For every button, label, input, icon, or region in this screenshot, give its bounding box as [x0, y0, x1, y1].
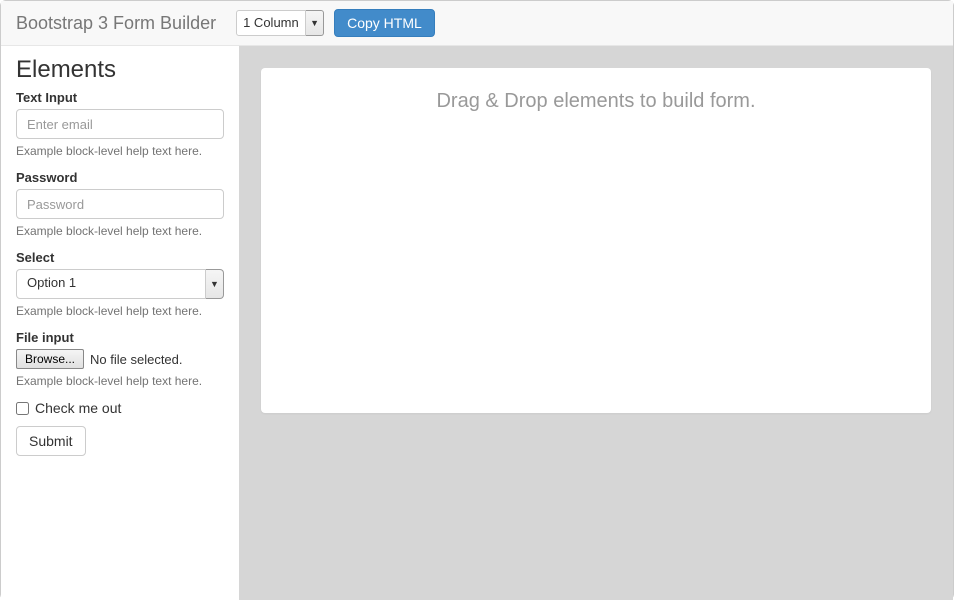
navbar-brand: Bootstrap 3 Form Builder: [16, 13, 216, 34]
main: Elements Text Input Example block-level …: [1, 46, 953, 600]
password-help: Example block-level help text here.: [16, 224, 224, 238]
select-help: Example block-level help text here.: [16, 304, 224, 318]
select-value: Option 1: [16, 269, 206, 299]
text-input-label: Text Input: [16, 90, 224, 105]
file-input-group[interactable]: File input Browse... No file selected. E…: [16, 330, 224, 388]
text-input-help: Example block-level help text here.: [16, 144, 224, 158]
file-status-text: No file selected.: [90, 352, 183, 367]
password-group[interactable]: Password Example block-level help text h…: [16, 170, 224, 238]
text-input-group[interactable]: Text Input Example block-level help text…: [16, 90, 224, 158]
password-field[interactable]: [16, 189, 224, 219]
form-dropzone[interactable]: Drag & Drop elements to build form.: [261, 68, 931, 413]
checkbox-label: Check me out: [35, 400, 121, 416]
checkbox-input[interactable]: [16, 402, 29, 415]
copy-html-button[interactable]: Copy HTML: [334, 9, 435, 37]
chevron-down-icon[interactable]: ▼: [206, 269, 224, 299]
password-label: Password: [16, 170, 224, 185]
file-input-label: File input: [16, 330, 224, 345]
dropzone-placeholder: Drag & Drop elements to build form.: [436, 90, 755, 112]
chevron-down-icon[interactable]: ▼: [306, 10, 324, 36]
column-select[interactable]: 1 Column ▼: [236, 10, 324, 36]
file-input-help: Example block-level help text here.: [16, 374, 224, 388]
checkbox-group[interactable]: Check me out: [16, 400, 224, 416]
elements-sidebar: Elements Text Input Example block-level …: [1, 46, 239, 600]
canvas-area: Drag & Drop elements to build form.: [239, 46, 953, 600]
column-select-value: 1 Column: [236, 10, 306, 36]
select-group[interactable]: Select Option 1 ▼ Example block-level he…: [16, 250, 224, 318]
navbar: Bootstrap 3 Form Builder 1 Column ▼ Copy…: [1, 1, 953, 46]
submit-button[interactable]: Submit: [16, 426, 86, 456]
browse-button[interactable]: Browse...: [16, 349, 84, 369]
select-label: Select: [16, 250, 224, 265]
select-field[interactable]: Option 1 ▼: [16, 269, 224, 299]
text-input-field[interactable]: [16, 109, 224, 139]
sidebar-title: Elements: [16, 56, 224, 84]
